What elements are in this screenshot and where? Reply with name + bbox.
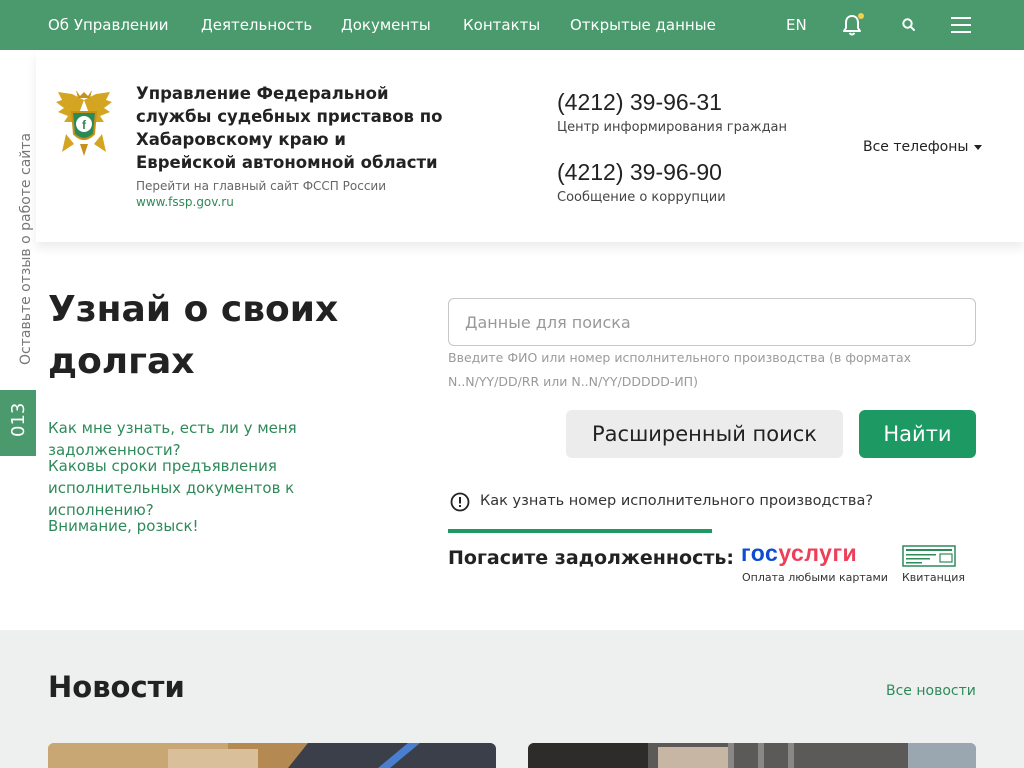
gosuslugi-caption: Оплата любыми картами (742, 571, 888, 584)
advanced-search-button[interactable]: Расширенный поиск (566, 410, 843, 458)
news-card-image[interactable] (48, 743, 496, 768)
language-switch[interactable]: EN (786, 16, 807, 34)
feedback-tab[interactable]: Оставьте отзыв о работе сайта (18, 133, 34, 365)
all-phones-label: Все телефоны (863, 139, 969, 155)
top-navbar: Об Управлении Деятельность Документы Кон… (0, 0, 1024, 50)
search-input[interactable] (448, 298, 976, 346)
phone-info-center-caption: Центр информирования граждан (557, 120, 788, 135)
caret-down-icon (974, 144, 983, 150)
receipt-icon[interactable] (902, 545, 956, 567)
nav-item-about[interactable]: Об Управлении (48, 16, 168, 34)
gosuslugi-logo[interactable]: госуслуги (741, 540, 857, 567)
phone-corruption[interactable]: (4212) 39-96-90 (557, 159, 722, 186)
menu-icon[interactable] (951, 16, 971, 34)
nav-item-open-data[interactable]: Открытые данные (570, 16, 716, 34)
faq-link-terms[interactable]: Каковы сроки предъявления исполнительных… (48, 455, 398, 521)
receipt-caption: Квитанция (902, 571, 966, 584)
all-phones-dropdown[interactable]: Все телефоны (863, 139, 983, 155)
news-title: Новости (48, 670, 185, 704)
nav-item-contacts[interactable]: Контакты (463, 16, 540, 34)
search-hint: Введите ФИО или номер исполнительного пр… (448, 350, 912, 389)
faq-link-wanted[interactable]: Внимание, розыск! (48, 515, 348, 537)
case-number-help-link[interactable]: Как узнать номер исполнительного произво… (480, 493, 873, 509)
gosuslugi-logo-part1: гос (741, 540, 779, 566)
notification-dot (858, 13, 864, 19)
gosuslugi-logo-part2: услуги (778, 540, 858, 566)
exclamation-icon (450, 492, 470, 512)
hero-title: Узнай о своих долгах (48, 289, 339, 382)
side-counter-tab[interactable]: 013 (0, 390, 36, 456)
all-news-link[interactable]: Все новости (886, 683, 976, 699)
nav-item-documents[interactable]: Документы (341, 16, 431, 34)
find-button[interactable]: Найти (859, 410, 976, 458)
phone-info-center[interactable]: (4212) 39-96-31 (557, 89, 722, 116)
organization-name: Управление Федеральной службы судебных п… (136, 84, 443, 172)
news-card-image[interactable] (528, 743, 976, 768)
phone-corruption-caption: Сообщение о коррупции (557, 190, 726, 205)
side-counter-label: 013 (8, 402, 29, 437)
pay-debt-label: Погасите задолженность: (448, 547, 734, 569)
main-site-hint: Перейти на главный сайт ФССП России (136, 179, 387, 193)
pay-divider (448, 529, 712, 533)
search-icon[interactable] (901, 17, 917, 33)
nav-item-activity[interactable]: Деятельность (201, 16, 312, 34)
fssp-emblem-icon: f (56, 90, 112, 156)
main-site-link[interactable]: www.fssp.gov.ru (136, 195, 234, 209)
